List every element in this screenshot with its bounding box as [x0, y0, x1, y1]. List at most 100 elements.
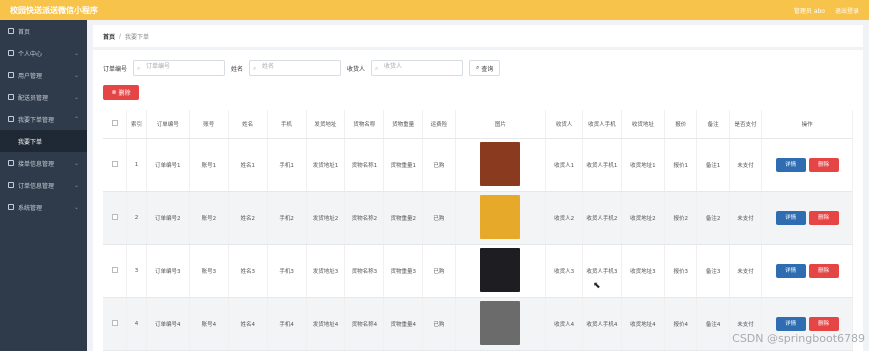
detail-button[interactable]: 详情 — [775, 316, 806, 331]
breadcrumb-separator: / — [119, 32, 122, 40]
table-cell: 收货地址2 — [621, 191, 666, 245]
col-header: 收货人手机 — [582, 110, 622, 139]
search-icon: ⌕ — [375, 65, 379, 72]
trash-icon: ⊗ — [111, 89, 119, 96]
chevron-up-icon: ⌃ — [73, 115, 79, 123]
order-no-input[interactable]: ⌕ 订单编号 — [133, 60, 226, 76]
sidebar-item-accept[interactable]: 接单信息管理 ⌄ — [0, 152, 87, 174]
top-right-menu: 管理员 abo 退出登录 — [794, 6, 859, 15]
col-header: 报价 — [664, 110, 698, 139]
table-cell: 货物重量4 — [383, 297, 424, 351]
table-cell: 已购 — [422, 297, 456, 351]
select-all-checkbox[interactable] — [103, 110, 128, 139]
table-cell: 姓名3 — [228, 244, 268, 298]
table-cell: 手机2 — [267, 191, 307, 245]
table-cell: 发货地址1 — [306, 138, 346, 192]
delete-button[interactable]: 删除 — [808, 316, 839, 331]
breadcrumb-home[interactable]: 首页 — [103, 32, 115, 41]
table-cell: 收货地址3 — [621, 244, 666, 298]
detail-button[interactable]: 详情 — [775, 263, 806, 278]
col-header: 账号 — [189, 110, 229, 139]
delete-button[interactable]: 删除 — [808, 157, 839, 172]
system-icon — [8, 204, 14, 210]
mouse-cursor-icon: ⬉ — [593, 281, 601, 291]
sidebar-item-profile[interactable]: 个人中心 ⌄ — [0, 42, 87, 64]
row-checkbox[interactable] — [103, 191, 128, 245]
table-cell: 备注1 — [696, 138, 730, 192]
sidebar-item-home[interactable]: 首页 — [0, 20, 87, 42]
table-cell: 账号2 — [189, 191, 229, 245]
table-cell: 货物名称4 — [344, 297, 385, 351]
table-cell: 收货地址1 — [621, 138, 666, 192]
table-row: 2 订单编号2 账号2 姓名2 手机2 发货地址2 货物名称2 货物重量2 已购 收货人2 收货人手… — [103, 191, 853, 245]
sidebar-item-order-info[interactable]: 订单信息管理 ⌄ — [0, 174, 87, 196]
receiver-input[interactable]: ⌕ 收货人 — [371, 60, 464, 76]
search-icon: ⌕ — [476, 64, 480, 71]
chevron-down-icon: ⌄ — [73, 159, 79, 167]
sidebar-item-couriers[interactable]: 配送员管理 ⌄ — [0, 86, 87, 108]
col-header: 收货地址 — [621, 110, 666, 139]
table-cell: 订单编号1 — [146, 138, 190, 192]
delete-button[interactable]: 删除 — [808, 263, 839, 278]
table-cell: 备注3 — [696, 244, 730, 298]
table-cell: 已购 — [422, 138, 456, 192]
detail-button[interactable]: 详情 — [775, 210, 806, 225]
batch-delete-button[interactable]: ⊗ 删除 — [103, 85, 139, 100]
detail-button[interactable]: 详情 — [775, 157, 806, 172]
table-cell: 已购 — [422, 191, 456, 245]
breadcrumb-current: 我要下单 — [125, 33, 150, 41]
current-user[interactable]: 管理员 abo — [794, 6, 825, 15]
main-content: 订单编号 ⌕ 订单编号 姓名 ⌕ 姓名 收货人 ⌕ 收货人 ⌕ 查询 ⊗ 删除 索引 订… — [93, 50, 863, 351]
app-title: 校园快送派送微信小程序 — [10, 5, 98, 15]
row-actions: 详情 删除 — [761, 138, 853, 192]
product-thumbnail — [480, 194, 521, 239]
table-cell: 账号4 — [189, 297, 229, 351]
chevron-down-icon: ⌄ — [73, 93, 79, 101]
table-cell: 未支付 — [729, 138, 763, 192]
table-cell: 手机1 — [267, 138, 307, 192]
table-cell: 已购 — [422, 244, 456, 298]
product-thumbnail — [480, 141, 521, 186]
row-checkbox[interactable] — [103, 297, 128, 351]
table-cell: 4 — [126, 297, 147, 351]
table-cell: 货物重量2 — [383, 191, 424, 245]
table-cell: 发货地址4 — [306, 297, 346, 351]
name-input[interactable]: ⌕ 姓名 — [249, 60, 342, 76]
query-button[interactable]: ⌕ 查询 — [469, 60, 501, 76]
col-header: 操作 — [761, 110, 853, 139]
table-cell: 账号1 — [189, 138, 229, 192]
table-cell: 手机4 — [267, 297, 307, 351]
sidebar-item-system[interactable]: 系统管理 ⌄ — [0, 196, 87, 218]
table-cell: 发货地址3 — [306, 244, 346, 298]
row-checkbox[interactable] — [103, 244, 128, 298]
breadcrumb: 首页 / 我要下单 — [93, 25, 863, 47]
watermark: CSDN @springboot6789 — [732, 332, 865, 345]
col-header: 手机 — [267, 110, 307, 139]
sidebar-item-users[interactable]: 用户管理 ⌄ — [0, 64, 87, 86]
table-header-row: 索引 订单编号 账号 姓名 手机 发货地址 货物名称 货物重量 运费险 图片 收… — [103, 110, 853, 139]
chevron-down-icon: ⌄ — [73, 181, 79, 189]
col-header: 订单编号 — [146, 110, 190, 139]
order-no-label: 订单编号 — [103, 65, 128, 73]
orders-table: 索引 订单编号 账号 姓名 手机 发货地址 货物名称 货物重量 运费险 图片 收… — [103, 110, 853, 351]
table-cell: 备注4 — [696, 297, 730, 351]
col-header: 姓名 — [228, 110, 268, 139]
table-row: 1 订单编号1 账号1 姓名1 手机1 发货地址1 货物名称1 货物重量1 已购 收货人1 收货人手… — [103, 138, 853, 192]
table-cell: 报价4 — [664, 297, 698, 351]
table-cell: 姓名2 — [228, 191, 268, 245]
table-cell: 报价1 — [664, 138, 698, 192]
sidebar: 首页 个人中心 ⌄ 用户管理 ⌄ 配送员管理 ⌄ 我要下单管理 ⌃ 我要下单 接单信息管… — [0, 20, 87, 351]
sidebar-item-place-order[interactable]: 我要下单 — [0, 130, 87, 152]
delete-button[interactable]: 删除 — [808, 210, 839, 225]
table-cell: 收货人手机2 — [582, 191, 622, 245]
sidebar-item-orders[interactable]: 我要下单管理 ⌃ — [0, 108, 87, 130]
chevron-down-icon: ⌄ — [73, 49, 79, 57]
row-checkbox[interactable] — [103, 138, 128, 192]
logout-link[interactable]: 退出登录 — [835, 6, 859, 15]
name-label: 姓名 — [231, 65, 244, 73]
users-icon — [8, 72, 14, 78]
table-cell: 收货人手机3 — [582, 244, 622, 298]
table-cell: 收货人2 — [545, 191, 583, 245]
col-header: 货物名称 — [344, 110, 385, 139]
product-image — [455, 297, 547, 351]
